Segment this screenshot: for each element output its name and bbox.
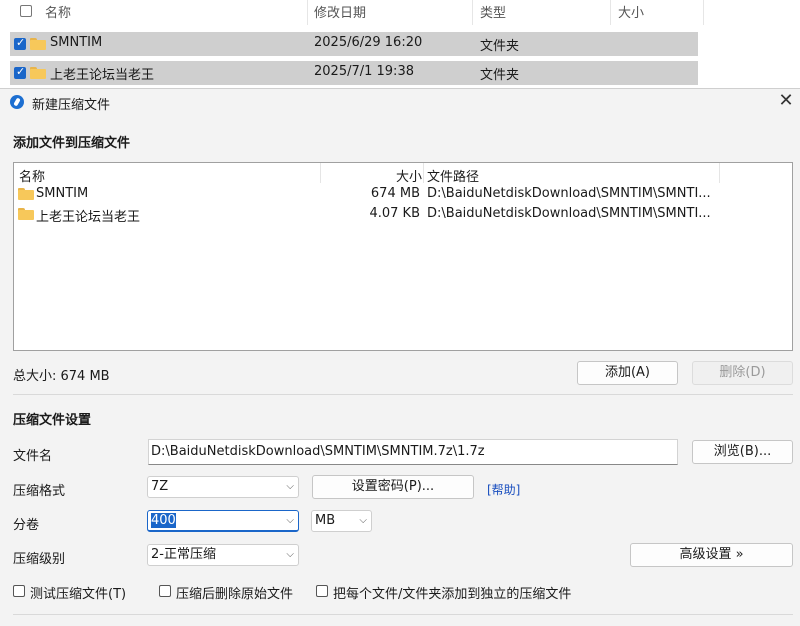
volume-unit-select[interactable]: MB ⌵: [311, 510, 372, 532]
explorer-row[interactable]: 上老王论坛当老王 2025/7/1 19:38 文件夹: [10, 61, 698, 85]
item-path: D:\BaiduNetdiskDownload\SMNTIM\SMNTI...: [427, 186, 711, 201]
divider: [13, 394, 793, 395]
file-explorer: 名称 修改日期 类型 大小 SMNTIM 2025/6/29 16:20 文件夹…: [0, 0, 800, 92]
add-files-section-title: 添加文件到压缩文件: [13, 136, 131, 151]
row-type: 文件夹: [480, 39, 520, 54]
folder-icon: [18, 188, 34, 200]
add-button[interactable]: 添加(A): [577, 361, 678, 385]
volume-size-select[interactable]: 400 ⌵: [147, 510, 299, 532]
folder-icon: [18, 208, 34, 220]
set-password-button[interactable]: 设置密码(P)...: [312, 475, 474, 499]
test-archive-checkbox[interactable]: [13, 585, 25, 597]
row-name: 上老王论坛当老王: [50, 68, 155, 83]
item-name: SMNTIM: [36, 186, 89, 201]
row-type: 文件夹: [480, 68, 520, 83]
file-list-header: 名称 大小 文件路径: [14, 163, 792, 185]
column-name[interactable]: 名称: [19, 166, 45, 185]
dialog-titlebar[interactable]: 新建压缩文件 ✕: [0, 89, 800, 116]
row-checkbox[interactable]: [14, 65, 26, 79]
help-link[interactable]: [帮助]: [487, 481, 520, 498]
format-label: 压缩格式: [13, 484, 66, 499]
dialog-title: 新建压缩文件: [32, 98, 111, 113]
item-size: 674 MB: [370, 186, 420, 201]
row-checkbox[interactable]: [14, 36, 26, 50]
browse-button[interactable]: 浏览(B)...: [692, 440, 793, 464]
chevron-down-icon: ⌵: [286, 549, 294, 560]
filename-label: 文件名: [13, 449, 53, 464]
column-modified[interactable]: 修改日期: [314, 2, 366, 21]
level-label: 压缩级别: [13, 552, 66, 567]
file-list[interactable]: 名称 大小 文件路径 SMNTIM 674 MB D:\BaiduNetdisk…: [13, 162, 793, 351]
chevron-down-icon: ⌵: [286, 481, 294, 492]
column-size[interactable]: 大小: [396, 166, 422, 185]
row-modified: 2025/6/29 16:20: [314, 35, 423, 50]
item-size: 4.07 KB: [369, 206, 420, 221]
level-value: 2-正常压缩: [151, 547, 216, 562]
item-path: D:\BaiduNetdiskDownload\SMNTIM\SMNTI...: [427, 206, 711, 221]
archive-settings-section-title: 压缩文件设置: [13, 413, 92, 428]
row-name: SMNTIM: [50, 35, 103, 50]
divider: [13, 614, 793, 615]
delete-source-label: 压缩后删除原始文件: [176, 587, 294, 602]
column-size[interactable]: 大小: [618, 2, 644, 21]
folder-icon: [30, 67, 46, 79]
volume-unit-value: MB: [315, 513, 336, 528]
column-name[interactable]: 名称: [45, 2, 71, 21]
level-select[interactable]: 2-正常压缩 ⌵: [147, 544, 299, 566]
explorer-header: 名称 修改日期 类型 大小: [0, 0, 800, 25]
separate-archives-label: 把每个文件/文件夹添加到独立的压缩文件: [333, 587, 572, 602]
folder-icon: [30, 38, 46, 50]
format-select[interactable]: 7Z ⌵: [147, 476, 299, 498]
separate-archives-checkbox[interactable]: [316, 585, 328, 597]
advanced-settings-button[interactable]: 高级设置 »: [630, 543, 793, 567]
column-type[interactable]: 类型: [480, 2, 506, 21]
item-name: 上老王论坛当老王: [36, 210, 141, 225]
volume-label: 分卷: [13, 518, 40, 533]
app-logo-icon: [10, 95, 24, 109]
new-archive-dialog: 新建压缩文件 ✕ 添加文件到压缩文件 名称 大小 文件路径 SMNTIM 674…: [0, 88, 800, 626]
select-all-checkbox[interactable]: [20, 5, 32, 17]
test-archive-label: 测试压缩文件(T): [30, 587, 127, 602]
close-icon[interactable]: ✕: [776, 91, 796, 111]
column-path[interactable]: 文件路径: [427, 166, 479, 185]
delete-source-checkbox[interactable]: [159, 585, 171, 597]
explorer-row[interactable]: SMNTIM 2025/6/29 16:20 文件夹: [10, 32, 698, 56]
row-modified: 2025/7/1 19:38: [314, 64, 414, 79]
chevron-down-icon: ⌵: [286, 515, 294, 526]
total-size: 总大小: 674 MB: [13, 369, 110, 384]
chevron-down-icon: ⌵: [359, 515, 367, 526]
format-value: 7Z: [151, 479, 169, 494]
volume-size-value: 400: [151, 513, 176, 528]
delete-button[interactable]: 删除(D): [692, 361, 793, 385]
filename-input[interactable]: D:\BaiduNetdiskDownload\SMNTIM\SMNTIM.7z…: [148, 439, 678, 465]
